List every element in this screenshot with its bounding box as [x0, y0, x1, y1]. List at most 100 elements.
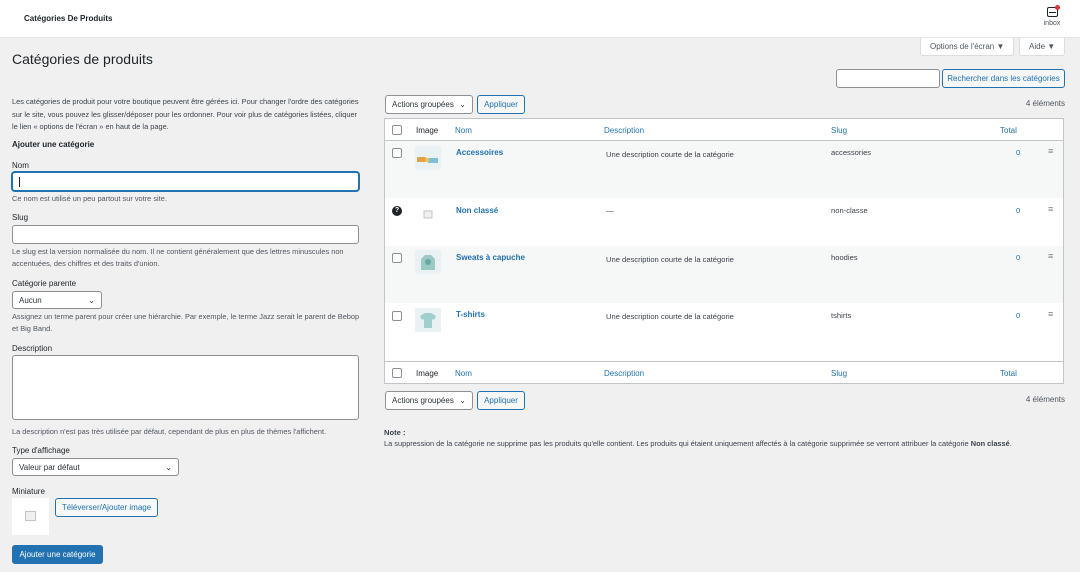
row-checkbox[interactable]	[392, 311, 402, 321]
description-label: Description	[12, 344, 53, 353]
drag-handle-icon[interactable]: ≡	[1048, 309, 1053, 319]
bulk-actions-select-top[interactable]: Actions groupées ⌄	[385, 95, 473, 114]
row-checkbox[interactable]	[392, 253, 402, 263]
row-slug: hoodies	[831, 253, 858, 262]
row-count-link[interactable]: 0	[1016, 253, 1020, 262]
column-description-footer[interactable]: Description	[604, 369, 644, 378]
notification-dot	[1055, 5, 1060, 10]
inbox-button[interactable]: inbox	[1040, 5, 1064, 27]
display-type-value: Valeur par défaut	[19, 463, 80, 472]
add-category-heading: Ajouter une catégorie	[12, 140, 95, 149]
add-category-button[interactable]: Ajouter une catégorie	[12, 545, 103, 564]
column-image-footer: Image	[416, 369, 439, 378]
row-count-link[interactable]: 0	[1016, 148, 1020, 157]
help-icon[interactable]: ?	[392, 206, 402, 216]
display-type-select[interactable]: Valeur par défaut ⌄	[12, 458, 179, 476]
row-slug: non-classe	[831, 206, 868, 215]
chevron-down-icon: ⌄	[459, 100, 466, 109]
bulk-actions-select-bottom[interactable]: Actions groupées ⌄	[385, 391, 473, 410]
accessories-thumbnail-image	[417, 157, 438, 163]
select-all-checkbox[interactable]	[392, 125, 402, 135]
row-description: Une description courte de la catégorie	[606, 255, 734, 264]
footer-divider	[385, 361, 1063, 362]
text-cursor	[19, 177, 20, 187]
column-description[interactable]: Description	[604, 126, 644, 135]
slug-label: Slug	[12, 213, 29, 222]
row-checkbox[interactable]	[392, 148, 402, 158]
items-count-top: 4 éléments	[1025, 99, 1065, 108]
table-row: Sweats à capuche Une description courte …	[385, 246, 1063, 303]
top-bar: Catégories De Produits inbox	[0, 0, 1080, 38]
top-bar-title: Catégories De Produits	[24, 14, 113, 23]
note-text: La suppression de la catégorie ne suppri…	[384, 439, 1074, 448]
apply-button-bottom[interactable]: Appliquer	[477, 391, 525, 410]
chevron-down-icon: ⌄	[88, 296, 95, 305]
table-row: Accessoires Une description courte de la…	[385, 141, 1063, 198]
page-title: Catégories de produits	[12, 51, 153, 67]
hoodies-thumbnail-image	[421, 255, 435, 270]
row-slug: accessories	[831, 148, 872, 157]
note-title: Note :	[384, 428, 406, 437]
category-thumbnail	[415, 308, 441, 332]
chevron-down-icon: ⌄	[165, 463, 172, 472]
drag-handle-icon[interactable]: ≡	[1048, 204, 1053, 214]
note-end: .	[1009, 439, 1012, 448]
note-bold: Non classé	[970, 439, 1010, 448]
bulk-actions-value: Actions groupées	[392, 396, 454, 405]
column-slug[interactable]: Slug	[831, 126, 847, 135]
thumbnail-label: Miniature	[12, 487, 45, 496]
column-name-footer[interactable]: Nom	[455, 369, 472, 378]
search-input[interactable]	[836, 69, 940, 88]
column-total-footer[interactable]: Total	[1000, 369, 1017, 378]
slug-help: Le slug est la version normalisée du nom…	[12, 247, 344, 268]
display-type-label: Type d'affichage	[12, 446, 70, 455]
chevron-down-icon: ⌄	[459, 396, 466, 405]
inbox-label: inbox	[1043, 20, 1061, 27]
row-description: Une description courte de la catégorie	[606, 150, 734, 159]
row-name-link[interactable]: Sweats à capuche	[456, 253, 525, 262]
name-field[interactable]	[12, 172, 359, 191]
category-thumbnail	[415, 146, 441, 170]
column-total[interactable]: Total	[1000, 126, 1017, 135]
screen-options-button[interactable]: Options de l'écran ▼	[920, 38, 1015, 56]
upload-image-button[interactable]: Téléverser/Ajouter image	[55, 498, 158, 517]
description-help: La description n'est pas très utilisée p…	[12, 427, 327, 436]
apply-button-top[interactable]: Appliquer	[477, 95, 525, 114]
column-image: Image	[416, 126, 439, 135]
name-label: Nom	[12, 161, 29, 170]
row-name-link[interactable]: Non classé	[456, 206, 498, 215]
parent-category-value: Aucun	[19, 296, 42, 305]
drag-handle-icon[interactable]: ≡	[1048, 251, 1053, 261]
column-slug-footer[interactable]: Slug	[831, 369, 847, 378]
drag-handle-icon[interactable]: ≡	[1048, 146, 1053, 156]
help-button[interactable]: Aide ▼	[1019, 38, 1066, 56]
parent-category-label: Catégorie parente	[12, 279, 77, 288]
name-help: Ce nom est utilisé un peu partout sur vo…	[12, 194, 167, 203]
thumbnail-placeholder	[12, 498, 49, 535]
bulk-actions-value: Actions groupées	[392, 100, 454, 109]
row-name-link[interactable]: T-shirts	[456, 310, 485, 319]
parent-category-select[interactable]: Aucun ⌄	[12, 291, 102, 309]
parent-category-help: Assignez un terme parent pour créer une …	[12, 312, 360, 333]
slug-field[interactable]	[12, 225, 359, 244]
description-textarea[interactable]	[12, 355, 359, 420]
category-thumbnail	[415, 203, 441, 227]
tshirts-thumbnail-image	[420, 313, 436, 328]
image-placeholder-icon	[25, 511, 36, 521]
image-placeholder-icon	[423, 210, 433, 219]
row-count-link[interactable]: 0	[1016, 311, 1020, 320]
table-row: ? Non classé — non-classe 0 ≡	[385, 198, 1063, 246]
note-body: La suppression de la catégorie ne suppri…	[384, 439, 969, 448]
row-name-link[interactable]: Accessoires	[456, 148, 503, 157]
table-row: T-shirts Une description courte de la ca…	[385, 303, 1063, 361]
row-count-link[interactable]: 0	[1016, 206, 1020, 215]
row-slug: tshirts	[831, 311, 852, 320]
search-categories-button[interactable]: Rechercher dans les catégories	[942, 69, 1065, 88]
column-name[interactable]: Nom	[455, 126, 472, 135]
category-thumbnail	[415, 250, 441, 274]
categories-table: Image Nom Description Slug Total Accesso…	[384, 118, 1064, 384]
row-description: Une description courte de la catégorie	[606, 312, 734, 321]
items-count-bottom: 4 éléments	[1025, 395, 1065, 404]
row-description: —	[606, 206, 614, 215]
select-all-checkbox-bottom[interactable]	[392, 368, 402, 378]
